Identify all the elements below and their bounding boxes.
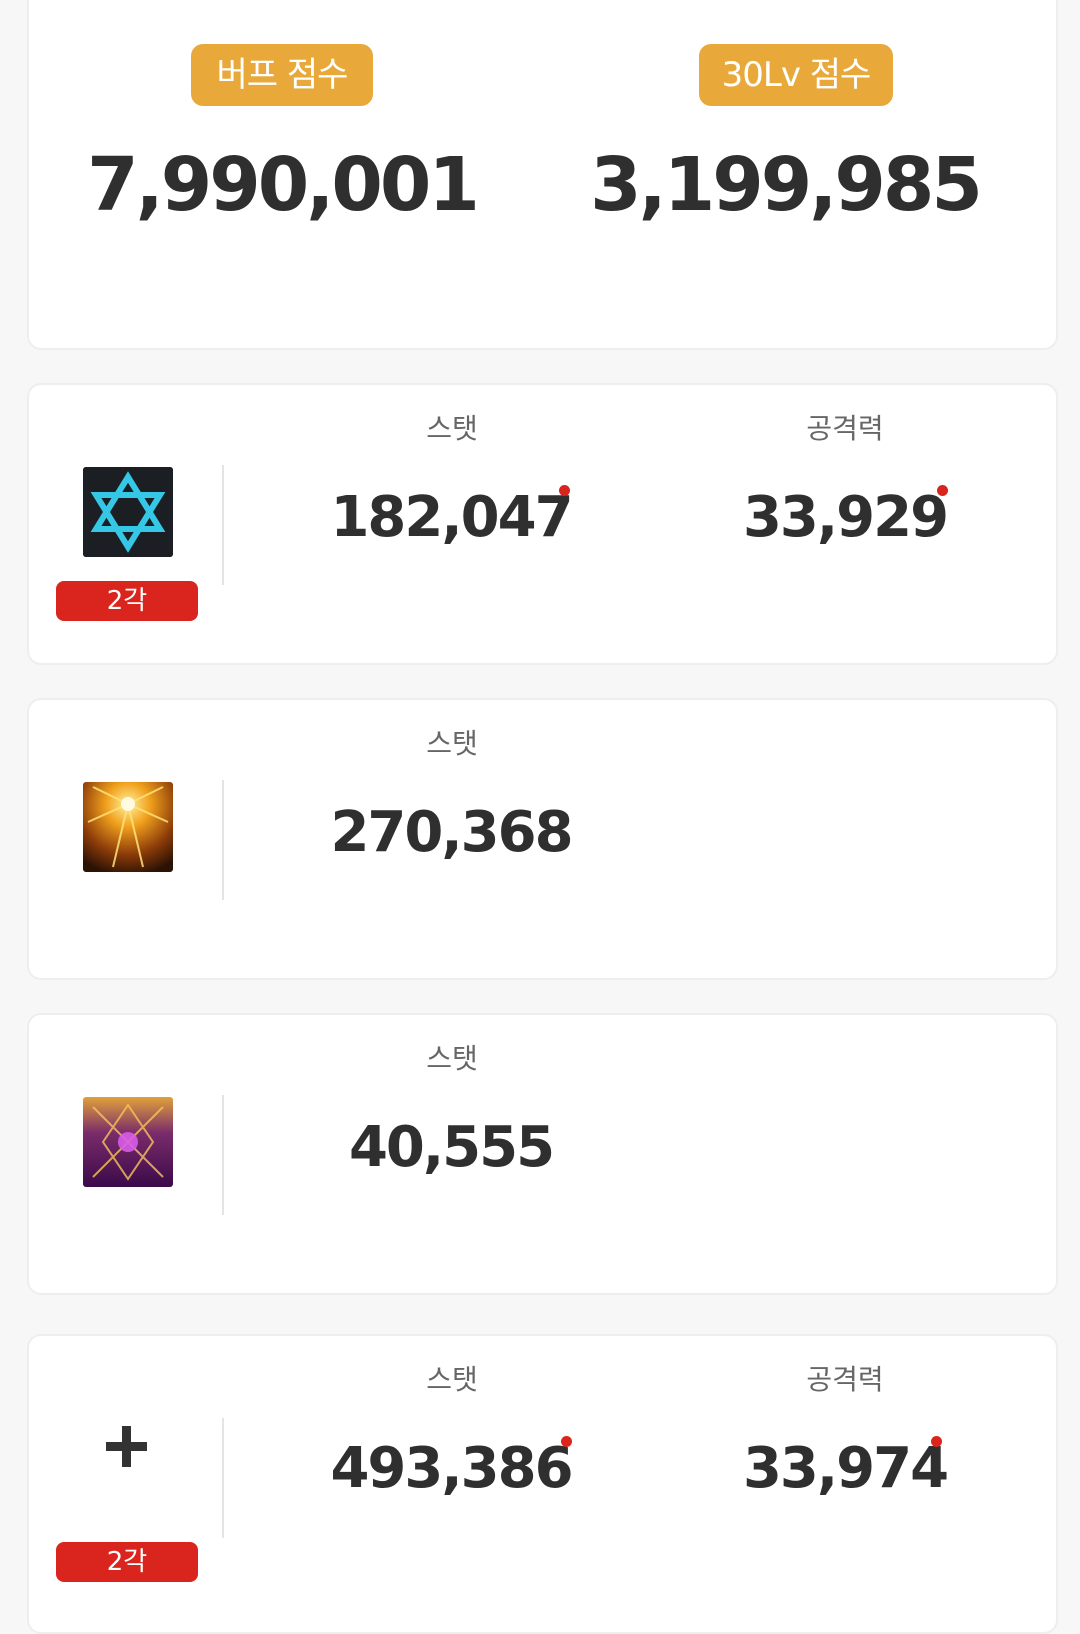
- plus-icon: [106, 1426, 147, 1467]
- awakening-badge: 2각: [56, 581, 198, 621]
- divider: [222, 465, 224, 585]
- divider: [222, 1418, 224, 1538]
- buff-score-value: 7,990,001: [87, 142, 480, 228]
- golden-burst-icon: [83, 782, 173, 872]
- hexagram-icon: [83, 467, 173, 557]
- buff-score-label: 버프 점수: [191, 44, 373, 106]
- divider: [222, 780, 224, 900]
- attack-label: 공격력: [806, 1363, 884, 1396]
- change-indicator-dot: [559, 485, 570, 496]
- divider: [222, 1095, 224, 1215]
- attack-value: 33,974: [742, 1436, 949, 1501]
- stat-value: 40,555: [348, 1115, 555, 1180]
- lv30-score-label: 30Lv 점수: [699, 44, 893, 106]
- attack-label: 공격력: [806, 412, 884, 445]
- purple-crystal-icon: [83, 1097, 173, 1187]
- change-indicator-dot: [931, 1436, 942, 1447]
- skill-row[interactable]: 스탯 270,368: [27, 698, 1058, 980]
- total-row[interactable]: 2각 스탯 493,386 공격력 33,974: [27, 1334, 1058, 1634]
- stat-label: 스탯: [426, 412, 478, 445]
- change-indicator-dot: [561, 1436, 572, 1447]
- skill-row[interactable]: 2각 스탯 182,047 공격력 33,929: [27, 383, 1058, 665]
- stat-value: 270,368: [330, 800, 573, 865]
- stat-label: 스탯: [426, 1363, 478, 1396]
- awakening-badge: 2각: [56, 1542, 198, 1582]
- stat-label: 스탯: [426, 727, 478, 760]
- lv30-score-value: 3,199,985: [590, 142, 983, 228]
- stat-label: 스탯: [426, 1042, 478, 1075]
- skill-row[interactable]: 스탯 40,555: [27, 1013, 1058, 1295]
- change-indicator-dot: [937, 485, 948, 496]
- score-summary-card: 버프 점수 30Lv 점수 7,990,001 3,199,985: [27, 0, 1058, 350]
- attack-value: 33,929: [742, 485, 949, 550]
